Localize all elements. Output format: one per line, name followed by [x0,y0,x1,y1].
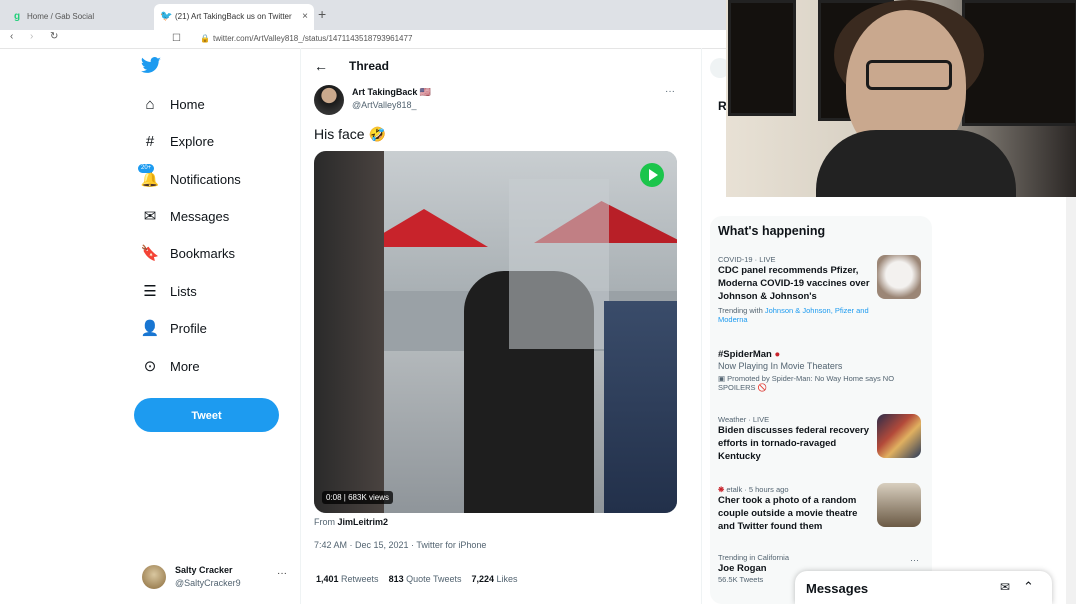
envelope-icon: ✉ [143,208,157,225]
new-tab-button[interactable]: + [318,6,326,22]
twitter-favicon-icon: 🐦 [160,10,173,22]
twitter-logo-icon[interactable] [140,57,162,75]
likes-stat[interactable]: 7,224 Likes [472,574,518,584]
new-message-icon[interactable]: ✉ [1000,580,1010,594]
page-title: Thread [349,59,390,73]
author-name[interactable]: Art TakingBack 🇺🇸 [352,87,431,98]
video-scene-person [604,301,677,513]
messages-drawer[interactable]: Messages ✉ ⌃ [795,571,1052,604]
webcam-overlay [726,0,1076,197]
video-scene-person [314,151,384,513]
tab-twitter[interactable]: 🐦 (21) Art TakingBack us on Twitter × [154,4,314,30]
retweets-stat[interactable]: 1,401 Retweets [316,574,379,584]
avatar [142,565,166,589]
trend-item[interactable]: ❋ etalk · 5 hours ago Cher took a photo … [718,485,873,533]
back-arrow-icon[interactable]: ‹ [10,31,13,42]
source-user-link[interactable]: JimLeitrim2 [338,517,389,527]
tweet-stats: 1,401 Retweets 813 Quote Tweets 7,224 Li… [316,574,518,584]
scrollbar[interactable] [1066,197,1076,604]
sidebar-item-more[interactable]: ⊙ More [140,353,200,381]
whats-happening-title: What's happening [718,224,826,238]
more-circle-icon: ⊙ [143,358,157,375]
video-badge: 0:08 | 683K views [322,491,394,504]
sidebar-item-lists[interactable]: ☰ Lists [140,278,196,306]
more-dots-icon[interactable]: ··· [277,568,287,579]
spiderman-emoji-icon: ● [774,349,781,360]
sidebar-item-home[interactable]: ⌂ Home [140,91,204,119]
trend-item[interactable]: COVID-19 · LIVE CDC panel recommends Pfi… [718,255,873,324]
account-switcher[interactable]: Salty Cracker @SaltyCracker9 ··· [142,562,302,592]
messages-drawer-title: Messages [806,581,869,596]
tweet-text: His face 🤣 [314,126,386,142]
url-field[interactable]: ☐ 🔒 twitter.com/ArtValley818_/status/147… [170,30,730,48]
video-source: From JimLeitrim2 [314,517,389,527]
sidebar-item-bookmarks[interactable]: 🔖 Bookmarks [140,240,235,268]
account-handle: @SaltyCracker9 [175,578,241,588]
trend-item[interactable]: #SpiderMan ● Now Playing In Movie Theate… [718,348,928,392]
tweet-button[interactable]: Tweet [134,398,279,432]
play-icon[interactable] [640,163,664,187]
trend-thumbnail[interactable] [877,255,921,299]
bookmark-icon: 🔖 [140,245,160,262]
tab-gab-social[interactable]: g Home / Gab Social [6,4,154,30]
trend-more-icon[interactable]: ··· [910,555,919,565]
home-icon: ⌂ [145,96,155,113]
bookmark-page-icon[interactable]: ☐ [172,30,181,48]
webcam-poster [728,0,796,116]
webcam-person-body [816,130,1016,197]
back-arrow-icon[interactable]: ← [314,58,328,74]
quote-tweets-stat[interactable]: 813 Quote Tweets [389,574,462,584]
hashtag-icon: # [145,133,155,150]
expand-icon[interactable]: ⌃ [1023,579,1034,595]
url-text: twitter.com/ArtValley818_/status/1471143… [213,34,413,43]
lock-icon: 🔒 [200,34,210,43]
list-icon: ☰ [143,283,157,300]
sidebar-item-messages[interactable]: ✉ Messages [140,203,230,231]
gab-favicon-icon: g [13,10,21,22]
tweet-video[interactable]: 0:08 | 683K views [314,151,677,513]
tweet-more-icon[interactable]: ··· [665,86,675,97]
sidebar-item-profile[interactable]: 👤 Profile [140,315,207,343]
tab-close-icon[interactable]: × [302,4,308,30]
webcam-person-glasses [866,60,952,90]
tweet-timestamp[interactable]: 7:42 AM · Dec 15, 2021 · Twitter for iPh… [314,540,486,550]
trend-thumbnail[interactable] [877,483,921,527]
notification-badge: 20+ [138,164,155,173]
person-icon: 👤 [140,320,160,337]
trend-thumbnail[interactable] [877,414,921,458]
sidebar-item-explore[interactable]: # Explore [140,128,214,156]
trend-item[interactable]: Weather · LIVE Biden discusses federal r… [718,415,873,463]
author-handle[interactable]: @ArtValley818_ [352,100,417,110]
forward-arrow-icon[interactable]: › [30,31,33,42]
reload-icon[interactable]: ↻ [50,31,58,42]
sidebar-item-notifications[interactable]: 🔔 20+ Notifications [138,164,241,194]
author-avatar[interactable] [314,85,344,115]
bell-icon: 🔔 20+ [138,164,160,194]
account-name: Salty Cracker [175,565,233,575]
promoted-icon: ▣ [718,374,728,383]
video-scene-shield [509,179,609,349]
